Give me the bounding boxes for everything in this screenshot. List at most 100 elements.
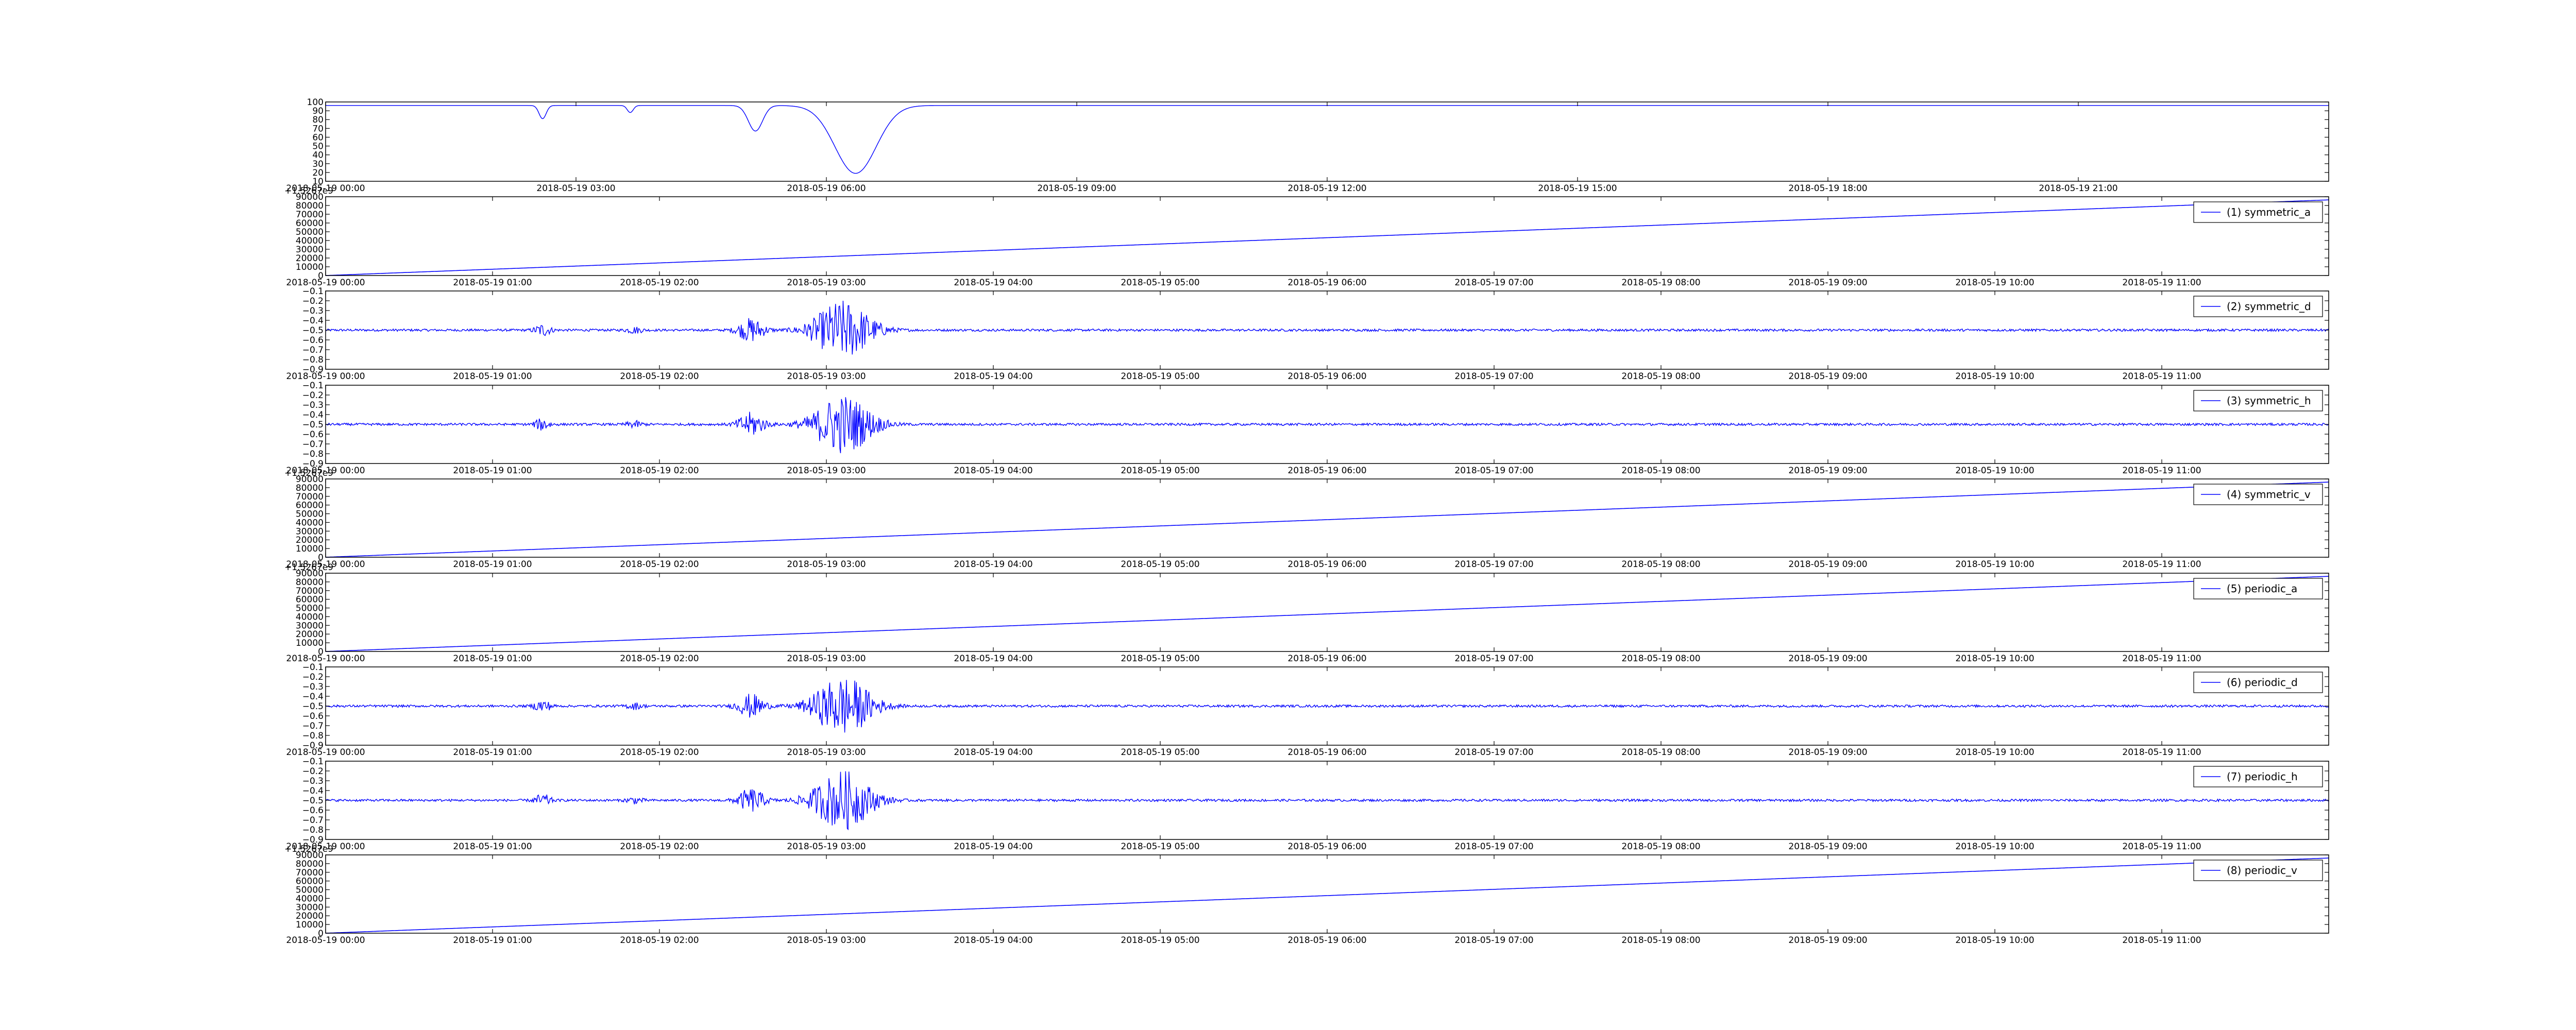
x-tick-label: 2018-05-19 01:00	[453, 466, 532, 476]
subplot-6: 0100002000030000400005000060000700008000…	[284, 562, 2329, 664]
y-tick-label: 40000	[296, 236, 324, 246]
y-tick-label: 70000	[296, 210, 324, 220]
x-tick-label: 2018-05-19 05:00	[1121, 747, 1199, 758]
x-tick-label: 2018-05-19 05:00	[1121, 371, 1199, 382]
x-tick-label: 2018-05-19 05:00	[1121, 654, 1199, 664]
y-tick-label: 50000	[296, 227, 324, 237]
y-tick-label: −0.3	[302, 400, 324, 410]
x-tick-label: 2018-05-19 04:00	[954, 371, 1032, 382]
y-tick-label: −0.1	[302, 286, 324, 297]
y-tick-label: −0.8	[302, 731, 324, 741]
legend-label: (6) periodic_d	[2227, 676, 2298, 689]
x-tick-label: 2018-05-19 07:00	[1454, 466, 1533, 476]
x-tick-label: 2018-05-19 11:00	[2122, 842, 2201, 852]
subplot-8: −0.9−0.8−0.7−0.6−0.5−0.4−0.3−0.2−0.12018…	[286, 757, 2329, 852]
legend-label: (3) symmetric_h	[2227, 394, 2311, 407]
x-tick-label: 2018-05-19 12:00	[1287, 183, 1366, 194]
x-tick-label: 2018-05-19 03:00	[787, 371, 866, 382]
y-tick-label: −0.4	[302, 692, 324, 702]
x-tick-label: 2018-05-19 01:00	[453, 278, 532, 288]
x-tick-label: 2018-05-19 04:00	[954, 654, 1032, 664]
y-tick-label: 100	[307, 97, 324, 108]
y-tick-label: −0.5	[302, 325, 324, 336]
x-tick-label: 2018-05-19 11:00	[2122, 654, 2201, 664]
x-tick-label: 2018-05-19 03:00	[536, 183, 615, 194]
x-tick-label: 2018-05-19 04:00	[954, 559, 1032, 570]
x-tick-label: 2018-05-19 07:00	[1454, 935, 1533, 946]
y-tick-label: −0.8	[302, 449, 324, 459]
y-tick-label: 70	[312, 124, 324, 134]
x-tick-label: 2018-05-19 06:00	[1287, 935, 1366, 946]
y-tick-label: −0.3	[302, 682, 324, 692]
x-tick-label: 2018-05-19 00:00	[286, 654, 365, 664]
x-tick-label: 2018-05-19 06:00	[1287, 466, 1366, 476]
y-tick-label: −0.2	[302, 766, 324, 777]
x-tick-label: 2018-05-19 07:00	[1454, 559, 1533, 570]
series-line	[325, 300, 2329, 355]
x-tick-label: 2018-05-19 02:00	[620, 278, 699, 288]
series-line	[325, 576, 2329, 652]
x-tick-label: 2018-05-19 09:00	[1788, 747, 1867, 758]
x-tick-label: 2018-05-19 08:00	[1621, 371, 1700, 382]
legend-label: (8) periodic_v	[2227, 864, 2297, 877]
y-tick-label: −0.6	[302, 711, 324, 722]
figure: 1020304050607080901002018-05-19 00:00 201…	[284, 97, 2329, 946]
x-tick-label: 2018-05-19 06:00	[1287, 747, 1366, 758]
y-tick-label: −0.8	[302, 825, 324, 835]
x-tick-label: 2018-05-19 10:00	[1955, 466, 2034, 476]
x-tick-label: 2018-05-19 11:00	[2122, 559, 2201, 570]
y-tick-label: −0.7	[302, 721, 324, 731]
x-tick-label: 2018-05-19 07:00	[1454, 654, 1533, 664]
x-tick-label: 2018-05-19 08:00	[1621, 935, 1700, 946]
x-tick-label: 2018-05-19 11:00	[2122, 371, 2201, 382]
x-tick-label: 2018-05-19 10:00	[1955, 747, 2034, 758]
y-tick-label: 80	[312, 115, 324, 125]
offset-text: +1.5267e9	[284, 562, 333, 573]
x-tick-label: 2018-05-19 02:00	[620, 559, 699, 570]
x-tick-label: 2018-05-19 08:00	[1621, 654, 1700, 664]
x-tick-label: 2018-05-19 09:00	[1788, 278, 1867, 288]
axes-frame	[325, 478, 2329, 558]
x-tick-label: 2018-05-19 09:00	[1788, 371, 1867, 382]
legend-label: (4) symmetric_v	[2227, 488, 2311, 501]
x-tick-label: 2018-05-19 02:00	[620, 747, 699, 758]
series-line	[325, 199, 2329, 276]
series-line	[325, 771, 2329, 831]
x-tick-label: 2018-05-19 06:00	[1287, 559, 1366, 570]
y-tick-label: −0.4	[302, 786, 324, 796]
series-line	[325, 397, 2329, 454]
x-tick-label: 2018-05-19 00:00	[286, 747, 365, 758]
subplot-3: −0.9−0.8−0.7−0.6−0.5−0.4−0.3−0.2−0.12018…	[286, 286, 2329, 382]
offset-text: +1.5267e9	[284, 844, 333, 854]
x-tick-label: 2018-05-19 10:00	[1955, 654, 2034, 664]
x-tick-label: 2018-05-19 06:00	[787, 183, 866, 194]
y-tick-label: 20000	[296, 253, 324, 264]
y-tick-label: −0.6	[302, 335, 324, 346]
x-tick-label: 2018-05-19 05:00	[1121, 466, 1199, 476]
x-tick-label: 2018-05-19 01:00	[453, 935, 532, 946]
legend-label: (5) periodic_a	[2227, 582, 2297, 595]
y-tick-label: −0.4	[302, 316, 324, 326]
x-tick-label: 2018-05-19 09:00	[1788, 466, 1867, 476]
axes-frame	[325, 573, 2329, 652]
series-line	[325, 857, 2329, 934]
x-tick-label: 2018-05-19 11:00	[2122, 935, 2201, 946]
y-tick-label: −0.8	[302, 355, 324, 365]
x-tick-label: 2018-05-19 03:00	[787, 842, 866, 852]
subplot-2: 0100002000030000400005000060000700008000…	[284, 186, 2329, 288]
x-tick-label: 2018-05-19 01:00	[453, 654, 532, 664]
y-tick-label: −0.2	[302, 390, 324, 401]
x-tick-label: 2018-05-19 03:00	[787, 559, 866, 570]
x-tick-label: 2018-05-19 05:00	[1121, 278, 1199, 288]
x-tick-label: 2018-05-19 18:00	[1788, 183, 1867, 194]
x-tick-label: 2018-05-19 08:00	[1621, 278, 1700, 288]
x-tick-label: 2018-05-19 09:00	[1788, 935, 1867, 946]
y-tick-label: −0.6	[302, 430, 324, 440]
y-tick-label: 10000	[296, 262, 324, 272]
subplot-1: 1020304050607080901002018-05-19 00:00 201…	[286, 97, 2329, 194]
x-tick-label: 2018-05-19 06:00	[1287, 278, 1366, 288]
x-tick-label: 2018-05-19 04:00	[954, 278, 1032, 288]
legend-label: (7) periodic_h	[2227, 770, 2298, 783]
subplot-5: 0100002000030000400005000060000700008000…	[284, 468, 2329, 570]
x-tick-label: 2018-05-19 08:00	[1621, 466, 1700, 476]
